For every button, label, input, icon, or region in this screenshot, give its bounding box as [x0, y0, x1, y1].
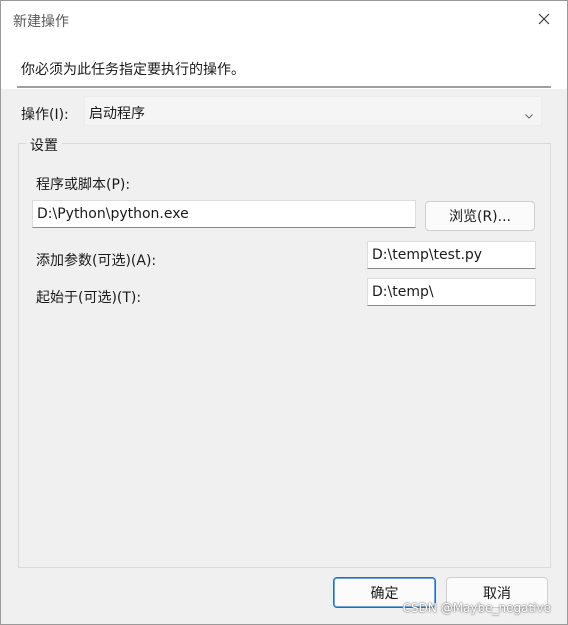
close-button[interactable] [521, 1, 567, 41]
action-label: 操作(I): [21, 107, 69, 123]
instruction-panel: 你必须为此任务指定要执行的操作。 [1, 41, 567, 89]
header-divider [17, 86, 551, 88]
title-bar[interactable]: 新建操作 [1, 1, 567, 41]
arguments-input[interactable]: D:\temp\test.py [367, 241, 536, 269]
arguments-label: 添加参数(可选)(A): [36, 253, 157, 269]
new-action-dialog: 新建操作 你必须为此任务指定要执行的操作。 操作(I): 启动程序 设置 程序或… [0, 0, 568, 625]
start-in-input[interactable]: D:\temp\ [367, 278, 536, 306]
watermark-text: CSDN @Maybe_negative [402, 601, 551, 615]
instruction-text: 你必须为此任务指定要执行的操作。 [21, 62, 245, 78]
settings-caption: 设置 [26, 135, 62, 155]
program-input[interactable]: D:\Python\python.exe [32, 200, 416, 228]
start-in-label: 起始于(可选)(T): [36, 290, 142, 306]
close-icon [538, 13, 550, 29]
action-combobox[interactable]: 启动程序 [84, 96, 542, 126]
program-label: 程序或脚本(P): [36, 177, 131, 193]
action-selected-value: 启动程序 [89, 106, 145, 122]
chevron-down-icon [525, 107, 533, 123]
browse-button[interactable]: 浏览(R)... [425, 201, 535, 231]
dialog-title: 新建操作 [13, 14, 69, 30]
